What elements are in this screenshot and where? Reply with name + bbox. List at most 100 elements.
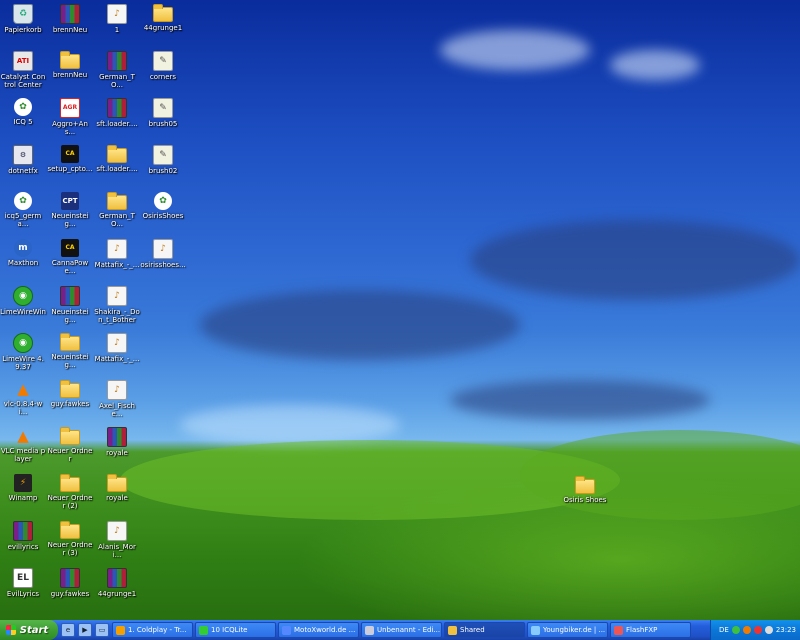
desktop[interactable]: ♻ Papierkorb brennNeu ♪ 1 44grunge1 ATI Catalys… bbox=[0, 0, 800, 620]
winamp-icon bbox=[116, 625, 125, 635]
desktop-icon-item[interactable]: CA CannaPowe... bbox=[47, 237, 93, 283]
desktop-icon-item[interactable]: ♪ osirisshoes... bbox=[140, 237, 186, 283]
desktop-icon-item[interactable]: ▲ vlc-0.8.4-wi... bbox=[0, 378, 46, 424]
language-indicator[interactable]: DE bbox=[719, 626, 729, 634]
evillyrics-icon: EL bbox=[13, 568, 33, 588]
desktop-icon-item[interactable]: ✿ OsirisShoes bbox=[140, 190, 186, 236]
media-icon[interactable]: ▶ bbox=[78, 623, 92, 637]
brush-file-icon: ✎ bbox=[153, 98, 173, 118]
taskbar-button[interactable]: Shared bbox=[444, 622, 525, 638]
canna-power-icon: CA bbox=[61, 239, 79, 257]
desktop-icon-item[interactable]: Neuer Ordner bbox=[47, 425, 93, 471]
desktop-icon-item[interactable]: CA setup_cpto... bbox=[47, 143, 93, 189]
browser-icon[interactable]: e bbox=[61, 623, 75, 637]
desktop-icon-item[interactable]: ⚙ dotnetfx bbox=[0, 143, 46, 189]
desktop-icon-label: Mattafix_-_... bbox=[94, 355, 140, 363]
image-file-icon: AGR bbox=[60, 98, 80, 118]
desktop-icon-label: Winamp bbox=[8, 494, 38, 502]
taskbar-button[interactable]: 1. Coldplay - Tr... bbox=[112, 622, 193, 638]
taskbar-button[interactable]: Unbenannt - Edi... bbox=[361, 622, 442, 638]
desktop-icon-label: Maxthon bbox=[7, 259, 39, 267]
desktop-icon-item[interactable]: ♪ Axel_Fische... bbox=[94, 378, 140, 424]
desktop-icon-item[interactable]: ⚡ Winamp bbox=[0, 472, 46, 518]
desktop-icon-item[interactable]: guy.fawkes bbox=[47, 378, 93, 424]
folder-icon bbox=[153, 4, 173, 22]
cloud bbox=[610, 50, 700, 80]
desktop-icon-item[interactable]: Neuer Ordner (2) bbox=[47, 472, 93, 518]
folder-icon bbox=[448, 625, 457, 635]
vlc-tray-icon[interactable] bbox=[742, 626, 751, 634]
cloud bbox=[200, 290, 520, 360]
network-icon[interactable] bbox=[731, 626, 740, 634]
desktop-icon-item[interactable]: ◉ LimeWireWin bbox=[0, 284, 46, 330]
folder-icon bbox=[60, 380, 80, 398]
folder-icon bbox=[575, 476, 595, 494]
desktop-icon-item[interactable]: Osiris Shoes bbox=[562, 474, 608, 520]
desktop-icon-item[interactable]: sft.loader.... bbox=[94, 143, 140, 189]
taskbar-button[interactable]: 10 ICQLite bbox=[195, 622, 276, 638]
desktop-icon-item[interactable]: ▲ VLC media player bbox=[0, 425, 46, 471]
desktop-icon-item[interactable]: German_TO... bbox=[94, 49, 140, 95]
desktop-icon-item[interactable]: AGR Aggro+Ans... bbox=[47, 96, 93, 142]
desktop-icon-item[interactable]: 44grunge1 bbox=[140, 2, 186, 48]
desktop-icon-item[interactable]: brennNeu bbox=[47, 49, 93, 95]
desktop-icon-item[interactable]: CPT Neueinsteig... bbox=[47, 190, 93, 236]
maxthon-icon: m bbox=[14, 239, 32, 257]
taskbar-button[interactable]: FlashFXP bbox=[610, 622, 691, 638]
desktop-icon-item[interactable]: guy.fawkes bbox=[47, 566, 93, 612]
desktop-icon-item[interactable]: 44grunge1 bbox=[94, 566, 140, 612]
desktop-icon-item[interactable]: ✎ brush05 bbox=[140, 96, 186, 142]
document-icon: ♪ bbox=[107, 4, 127, 24]
taskbar-button-label: Youngbiker.de | ... bbox=[543, 626, 606, 634]
desktop-icon-item[interactable]: ◉ LimeWire 4.9.37 bbox=[0, 331, 46, 377]
desktop-icon-item[interactable]: ♪ Alanis_Mori... bbox=[94, 519, 140, 565]
taskbar-button-label: 1. Coldplay - Tr... bbox=[128, 626, 187, 634]
desktop-icon-item[interactable]: ♪ 1 bbox=[94, 2, 140, 48]
desktop-icon-item[interactable]: royale bbox=[94, 425, 140, 471]
desktop-icon-item[interactable]: ♻ Papierkorb bbox=[0, 2, 46, 48]
desktop-icon[interactable]: ▭ bbox=[95, 623, 109, 637]
system-tray: DE 23:23 bbox=[710, 620, 800, 640]
desktop-icon-item[interactable]: ♪ Mattafix_-_... bbox=[94, 237, 140, 283]
desktop-icon-item[interactable]: Neueinsteig... bbox=[47, 284, 93, 330]
volume-icon[interactable] bbox=[764, 626, 773, 634]
audio-file-icon: ♪ bbox=[107, 521, 127, 541]
desktop-icon-label: royale bbox=[106, 449, 128, 457]
desktop-icon-item[interactable]: brennNeu bbox=[47, 2, 93, 48]
audio-file-icon: ♪ bbox=[107, 333, 127, 353]
desktop-icon-label: VLC media player bbox=[0, 447, 46, 463]
taskbar-button-label: FlashFXP bbox=[626, 626, 658, 634]
desktop-icon-item[interactable]: ✎ brush02 bbox=[140, 143, 186, 189]
winrar-archive-icon bbox=[107, 568, 127, 588]
desktop-icon-item[interactable]: m Maxthon bbox=[0, 237, 46, 283]
winrar-archive-icon bbox=[13, 521, 33, 541]
desktop-icon-item[interactable]: Neuer Ordner (3) bbox=[47, 519, 93, 565]
osiris-icon: ✿ bbox=[154, 192, 172, 210]
start-button[interactable]: Start bbox=[0, 620, 58, 640]
folder-icon bbox=[60, 427, 80, 445]
desktop-icon-item[interactable]: ✎ corners bbox=[140, 49, 186, 95]
browser-icon bbox=[531, 625, 540, 635]
limewire-icon: ◉ bbox=[13, 286, 33, 306]
desktop-icon-item[interactable]: ✿ icq5_germa... bbox=[0, 190, 46, 236]
desktop-icon-label: 44grunge1 bbox=[97, 590, 137, 598]
desktop-icon-label: 44grunge1 bbox=[143, 24, 183, 32]
desktop-icon-label: ICQ 5 bbox=[13, 118, 33, 126]
desktop-icon-item[interactable]: ♪ Shakira_-_Don_t_Bother bbox=[94, 284, 140, 330]
taskbar-button[interactable]: Youngbiker.de | ... bbox=[527, 622, 608, 638]
desktop-icon-item[interactable]: ATI Catalyst Control Center bbox=[0, 49, 46, 95]
desktop-icon-item[interactable]: ♪ Mattafix_-_... bbox=[94, 331, 140, 377]
cloud bbox=[450, 380, 710, 420]
clock[interactable]: 23:23 bbox=[776, 626, 796, 634]
desktop-icon-item[interactable]: royale bbox=[94, 472, 140, 518]
desktop-icon-item[interactable]: EL EvilLyrics bbox=[0, 566, 46, 612]
audio-file-icon: ♪ bbox=[107, 239, 127, 259]
brush-file-icon: ✎ bbox=[153, 51, 173, 71]
desktop-icon-item[interactable]: sft.loader.... bbox=[94, 96, 140, 142]
shield-icon[interactable] bbox=[753, 626, 762, 634]
desktop-icon-item[interactable]: evillyrics bbox=[0, 519, 46, 565]
desktop-icon-item[interactable]: Neueinsteig... bbox=[47, 331, 93, 377]
taskbar-button[interactable]: MotoXworld.de ... bbox=[278, 622, 359, 638]
desktop-icon-item[interactable]: German_TO... bbox=[94, 190, 140, 236]
desktop-icon-item[interactable]: ✿ ICQ 5 bbox=[0, 96, 46, 142]
